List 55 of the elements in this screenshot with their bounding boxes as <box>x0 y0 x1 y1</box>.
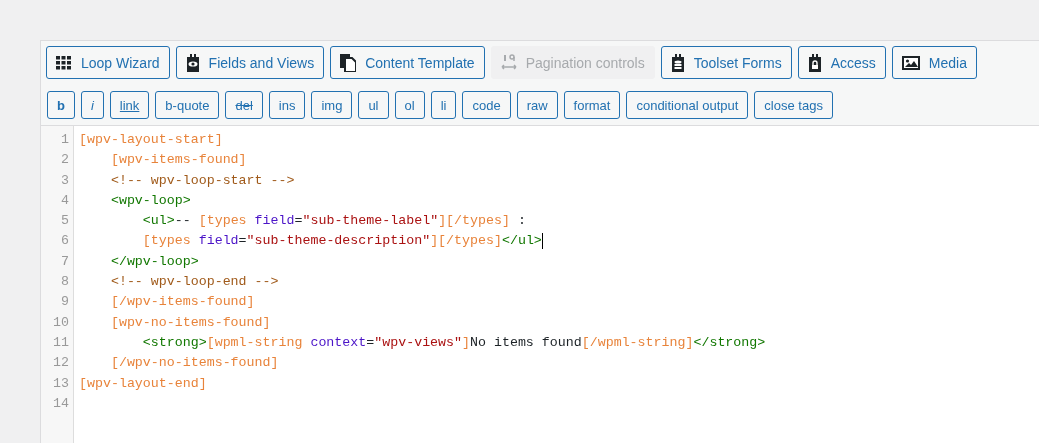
code-line: <ul>-- [types field="sub-theme-label"][/types] : <box>141 212 526 231</box>
quicktag-button[interactable]: ul <box>358 91 389 119</box>
quicktag-button[interactable]: link <box>109 91 150 119</box>
line-number: 4 <box>60 191 70 210</box>
line-number: 5 <box>60 212 70 231</box>
line-number: 12 <box>52 354 70 373</box>
line-number: 10 <box>52 313 70 332</box>
code-line: [wpv-layout-end] <box>79 374 207 393</box>
line-number: 9 <box>60 293 70 312</box>
line-number: 13 <box>52 374 70 393</box>
line-number: 1 <box>60 131 70 149</box>
toolbar-button[interactable]: Media <box>891 46 977 79</box>
line-number: 2 <box>60 151 70 170</box>
line-number: 7 <box>60 252 70 271</box>
pagination-icon <box>500 53 517 72</box>
quicktag-button[interactable]: raw <box>516 91 558 119</box>
quicktag-button[interactable]: close tags <box>754 91 833 119</box>
code-line: [types field="sub-theme-description"][/types]</ul> <box>141 231 543 251</box>
code-line: [wpv-items-found] <box>109 151 247 170</box>
code-line: <!-- wpv-loop-start --> <box>109 171 295 190</box>
code-line: <wpv-loop> <box>109 191 191 210</box>
quicktag-button[interactable]: b-quote <box>155 91 220 119</box>
quicktag-button[interactable]: ol <box>394 91 425 119</box>
code-line: </wpv-loop> <box>109 252 199 271</box>
quicktag-button[interactable]: i <box>80 91 104 119</box>
quicktag-button[interactable]: del <box>225 91 263 119</box>
line-number: 8 <box>60 273 70 292</box>
quicktag-button[interactable]: img <box>311 91 353 119</box>
quicktag-button[interactable]: ins <box>268 91 306 119</box>
lock-icon <box>807 53 822 72</box>
eye-icon <box>185 53 200 72</box>
code-line: [/wpv-no-items-found] <box>109 354 279 373</box>
database-icon <box>670 53 685 72</box>
image-icon <box>901 55 920 70</box>
code-line: [wpv-layout-start] <box>79 131 223 149</box>
code-line: [/wpv-items-found] <box>109 293 255 312</box>
quicktag-button[interactable]: conditional output <box>626 91 749 119</box>
toolbar-button[interactable]: Access <box>797 46 886 79</box>
quicktag-button[interactable]: b <box>47 91 75 119</box>
toolbar-button[interactable]: Content Template <box>330 46 485 79</box>
quicktag-button[interactable]: format <box>563 91 621 119</box>
line-number: 6 <box>60 232 70 251</box>
grid-icon <box>56 55 72 70</box>
document-icon <box>340 53 357 72</box>
line-number: 11 <box>52 333 70 352</box>
toolbar-button[interactable]: Loop Wizard <box>46 46 170 79</box>
quicktag-button[interactable]: li <box>430 91 457 119</box>
code-line: [wpv-no-items-found] <box>109 313 271 332</box>
toolbar-button[interactable]: Toolset Forms <box>660 46 792 79</box>
toolbar-button[interactable]: Fields and Views <box>175 46 325 79</box>
line-number: 14 <box>52 394 70 413</box>
code-line: <!-- wpv-loop-end --> <box>109 273 279 292</box>
line-number: 3 <box>60 171 70 190</box>
code-line: <strong>[wpml-string context="wpv-views"]No items found[/wpml-string]</strong> <box>141 333 766 352</box>
quicktag-button[interactable]: code <box>462 91 511 119</box>
